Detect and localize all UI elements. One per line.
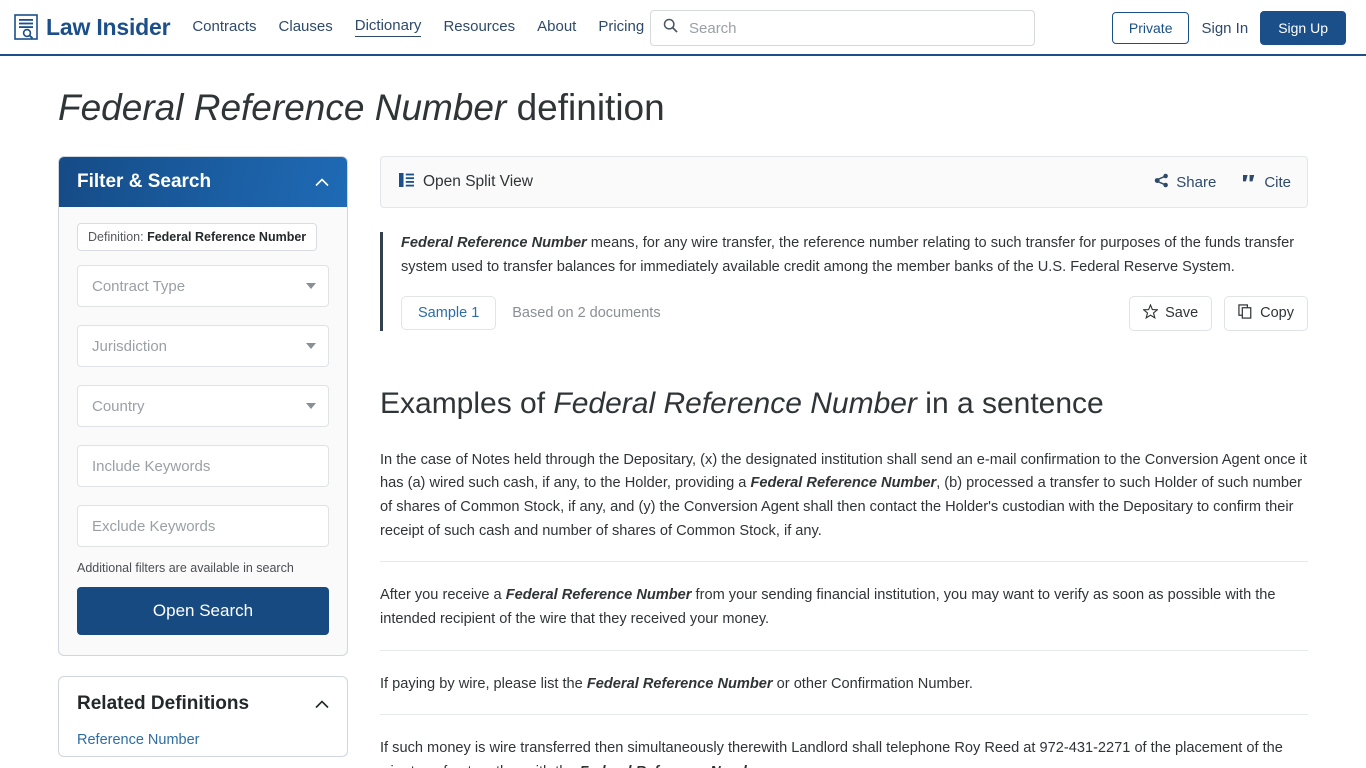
example-text-before: If paying by wire, please list the [380, 675, 587, 692]
include-keywords-input[interactable]: Include Keywords [77, 445, 329, 488]
filter-search-card: Filter & Search Definition: Federal Refe… [58, 156, 348, 657]
star-icon [1142, 303, 1159, 323]
document-count-label: Based on 2 documents [512, 305, 661, 322]
example-text-after: or other Confirmation Number. [772, 675, 973, 692]
filter-hint: Additional filters are available in sear… [77, 561, 294, 576]
related-definitions-title: Related Definitions [77, 693, 250, 715]
cite-label: Cite [1264, 173, 1291, 191]
related-definitions-card: Related Definitions Reference Number [58, 676, 348, 758]
example-paragraph: In the case of Notes held through the De… [380, 421, 1308, 563]
include-keywords-placeholder: Include Keywords [92, 457, 211, 475]
definition-chip-term: Federal Reference Number [147, 230, 307, 245]
example-term: Federal Reference Number [586, 675, 773, 692]
nav-item-pricing[interactable]: Pricing [598, 18, 644, 37]
copy-button[interactable]: Copy [1224, 295, 1308, 331]
nav-item-about[interactable]: About [537, 18, 576, 37]
split-view-icon [399, 172, 414, 192]
search-input[interactable] [687, 18, 1022, 38]
main-content: Open Split View Share Cite Federal Refer… [380, 156, 1308, 768]
sample-actions: Save Copy [1129, 295, 1308, 331]
toolbar-actions: Share Cite [1154, 173, 1291, 192]
example-term: Federal Reference Number [505, 587, 692, 604]
example-paragraph: If paying by wire, please list the Feder… [380, 651, 1308, 716]
contract-type-select[interactable]: Contract Type [77, 265, 329, 308]
page-title-term: Federal Reference Number [58, 87, 507, 128]
examples-heading-term: Federal Reference Number [553, 386, 917, 420]
definition-chip-prefix: Definition: [88, 230, 148, 245]
contract-type-placeholder: Contract Type [92, 277, 186, 295]
definition-toolbar: Open Split View Share Cite [380, 156, 1308, 209]
country-placeholder: Country [92, 397, 145, 415]
private-button[interactable]: Private [1111, 12, 1190, 44]
examples-heading: Examples of Federal Reference Number in … [380, 387, 1308, 421]
open-split-view-label: Open Split View [423, 173, 533, 191]
logo-text: Law Insider [46, 13, 171, 40]
jurisdiction-placeholder: Jurisdiction [92, 337, 168, 355]
sample-1-tab[interactable]: Sample 1 [401, 296, 497, 331]
open-split-view-button[interactable]: Open Split View [399, 172, 533, 192]
search-icon [663, 18, 687, 38]
sidebar: Filter & Search Definition: Federal Refe… [58, 156, 348, 758]
share-label: Share [1176, 173, 1217, 191]
definition-text: Federal Reference Number means, for any … [401, 232, 1308, 279]
save-button[interactable]: Save [1129, 295, 1213, 331]
filter-search-body: Definition: Federal Reference Number Con… [59, 207, 347, 655]
page-title-suffix: definition [506, 87, 665, 128]
examples-heading-suffix: in a sentence [916, 386, 1104, 420]
nav-item-dictionary[interactable]: Dictionary [354, 17, 422, 37]
copy-label: Copy [1260, 305, 1294, 322]
sign-up-button[interactable]: Sign Up [1260, 11, 1346, 45]
definition-chip: Definition: Federal Reference Number [77, 223, 318, 252]
quote-icon [1242, 173, 1257, 191]
exclude-keywords-placeholder: Exclude Keywords [92, 517, 216, 535]
site-header: Law Insider Contracts Clauses Dictionary… [0, 0, 1366, 56]
example-text-after: . [765, 764, 769, 768]
country-select[interactable]: Country [77, 385, 329, 428]
sample-left: Sample 1 Based on 2 documents [401, 296, 661, 331]
definition-term: Federal Reference Number [401, 235, 587, 252]
chevron-up-icon[interactable] [315, 700, 329, 709]
chevron-down-icon [306, 343, 316, 350]
search-box[interactable] [650, 10, 1035, 46]
share-button[interactable]: Share [1154, 173, 1216, 192]
nav-item-resources[interactable]: Resources [443, 18, 515, 37]
document-search-icon [14, 14, 38, 40]
page-layout: Filter & Search Definition: Federal Refe… [0, 156, 1366, 768]
chevron-down-icon [306, 403, 316, 410]
filter-search-title: Filter & Search [77, 171, 212, 193]
example-paragraph: If such money is wire transferred then s… [380, 715, 1308, 768]
example-term: Federal Reference Number [580, 764, 766, 768]
definition-sample-row: Sample 1 Based on 2 documents Save Copy [401, 295, 1308, 331]
filter-search-header[interactable]: Filter & Search [59, 157, 347, 208]
logo[interactable]: Law Insider [14, 13, 171, 41]
page-title: Federal Reference Number definition [58, 86, 1366, 130]
header-actions: Private Sign In Sign Up [1111, 11, 1346, 45]
examples-heading-prefix: Examples of [380, 386, 554, 420]
open-search-button[interactable]: Open Search [77, 587, 329, 636]
example-text-before: If such money is wire transferred then s… [380, 740, 1283, 768]
main-nav: Contracts Clauses Dictionary Resources A… [192, 17, 644, 37]
related-definition-link[interactable]: Reference Number [77, 732, 329, 748]
nav-item-contracts[interactable]: Contracts [192, 18, 256, 37]
sign-in-link[interactable]: Sign In [1201, 20, 1248, 37]
cite-button[interactable]: Cite [1242, 173, 1291, 191]
share-icon [1154, 173, 1169, 192]
related-definitions-header[interactable]: Related Definitions [77, 693, 329, 715]
save-label: Save [1165, 305, 1199, 322]
jurisdiction-select[interactable]: Jurisdiction [77, 325, 329, 368]
example-paragraph: After you receive a Federal Reference Nu… [380, 562, 1308, 651]
definition-block: Federal Reference Number means, for any … [380, 232, 1308, 331]
example-text-before: After you receive a [380, 587, 506, 604]
example-term: Federal Reference Number [750, 475, 937, 492]
copy-icon [1238, 304, 1253, 323]
nav-item-clauses[interactable]: Clauses [279, 18, 333, 37]
exclude-keywords-input[interactable]: Exclude Keywords [77, 505, 329, 548]
chevron-down-icon [306, 283, 316, 290]
chevron-up-icon[interactable] [315, 178, 329, 187]
